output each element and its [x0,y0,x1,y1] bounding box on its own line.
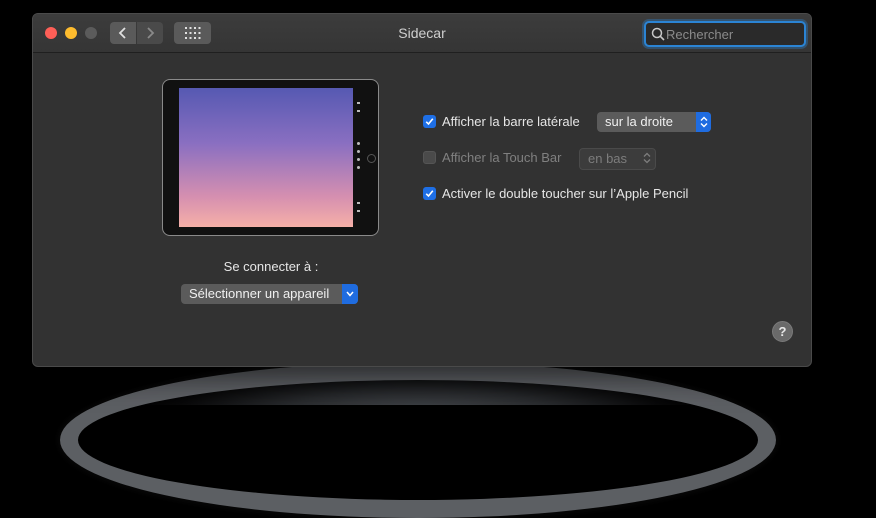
ipad-preview [162,79,379,236]
pencil-option-label: Activer le double toucher sur l’Apple Pe… [442,186,689,201]
wallpaper-ring [60,362,776,518]
device-select[interactable]: Sélectionner un appareil [181,284,358,304]
sidebar-position-popup[interactable]: sur la droite [597,112,711,132]
title-bar: Sidecar [33,14,811,53]
sidebar-indicator [357,166,360,169]
sidebar-indicator [357,102,360,104]
sidebar-indicator [357,150,360,153]
sidebar-indicator [357,142,360,145]
sidebar-checkbox[interactable] [423,115,436,128]
updown-chevron-icon [641,149,653,167]
search-input[interactable] [664,24,804,44]
updown-chevron-icon [696,112,711,132]
sidebar-option[interactable]: Afficher la barre latérale [423,114,580,129]
touchbar-option[interactable]: Afficher la Touch Bar [423,150,561,165]
touchbar-position-value: en bas [588,151,628,166]
ipad-screen [179,88,353,227]
checkmark-icon [425,190,434,198]
help-button[interactable]: ? [772,321,793,342]
touchbar-position-popup[interactable]: en bas [579,148,656,170]
sidebar-indicator [357,110,360,112]
touchbar-checkbox[interactable] [423,151,436,164]
search-field[interactable] [644,21,806,47]
sidebar-option-label: Afficher la barre latérale [442,114,580,129]
home-button-icon [367,154,376,163]
pencil-option[interactable]: Activer le double toucher sur l’Apple Pe… [423,186,688,201]
chevron-down-icon [342,284,358,304]
pencil-checkbox[interactable] [423,187,436,200]
connect-label: Se connecter à : [223,259,319,274]
touchbar-option-label: Afficher la Touch Bar [442,150,562,165]
sidebar-indicator [357,158,360,161]
device-select-value: Sélectionner un appareil [189,286,330,301]
checkmark-icon [425,118,434,126]
sidebar-indicator [357,210,360,212]
preferences-window: Sidecar Se connecter à : Sélectionner un… [32,13,812,367]
sidebar-position-value: sur la droite [605,114,673,129]
sidebar-indicator [357,202,360,204]
